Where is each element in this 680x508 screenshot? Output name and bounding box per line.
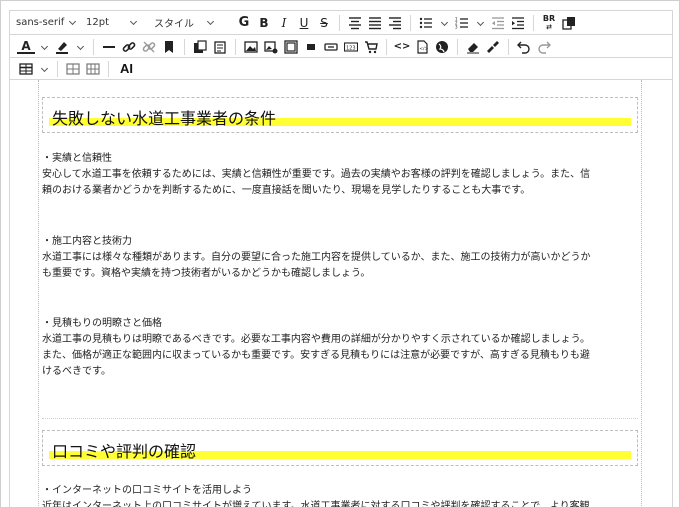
heading-text: 失敗しない水道工事業者の条件 [52,109,277,128]
toolbar-separator [533,14,534,31]
underline-icon[interactable]: U [295,14,313,32]
eraser-icon[interactable] [464,38,482,56]
section-block[interactable]: ・見積もりの明瞭さと価格 水道工事の見積もりは明瞭であるべきです。必要な工事内容… [42,316,642,380]
section-title: ・見積もりの明瞭さと価格 [42,318,162,329]
table-icon[interactable] [17,60,35,78]
section-line: 水道工事には様々な種類があります。自分の要望に合った施工内容を提供しているか、ま… [42,252,591,263]
indent-icon[interactable] [509,14,527,32]
section-title: ・インターネットの口コミサイトを活用しよう [42,485,252,496]
chevron-down-icon[interactable] [437,14,451,32]
chevron-down-icon [206,17,215,25]
paste-text-icon[interactable] [211,38,229,56]
ai-button[interactable]: AI [120,61,133,76]
bullet-list-icon[interactable] [417,14,435,32]
text-direction-icon[interactable]: BR ⇄ [540,14,558,32]
toolbar-separator [386,38,387,55]
image-icon[interactable] [242,38,260,56]
section-line: 近年はインターネット上の口コミサイトが増えています。水道工事業者に対する口コミや… [42,501,590,508]
outdent-icon[interactable] [489,14,507,32]
toolbar-row-3: AI [9,57,673,80]
chevron-down-icon[interactable] [473,14,487,32]
toolbar-separator [93,38,94,55]
section-line: も重要です。資格や実績を持つ技術者がいるかどうかも確認しましょう。 [42,268,371,279]
svg-text:3: 3 [455,24,458,29]
bookmark-icon[interactable] [160,38,178,56]
format-painter-icon[interactable] [484,38,502,56]
toolbar-separator [57,60,58,77]
editor-toolbar: sans-serif 12pt スタイル G B I U S 1 2 3 BR … [1,1,679,80]
editor-content[interactable]: 失敗しない水道工事業者の条件 ・実績と信頼性 安心して水道工事を依頼するためには… [9,80,673,508]
copy-format-icon[interactable] [560,14,578,32]
chevron-down-icon [69,17,77,25]
section-block[interactable]: ・インターネットの口コミサイトを活用しよう 近年はインターネット上の口コミサイト… [42,483,642,508]
heading-block[interactable]: 口コミや評判の確認 [42,430,638,466]
section-title: ・施工内容と技術力 [42,236,132,247]
block-divider [42,418,638,419]
toolbar-separator [457,38,458,55]
align-left-icon[interactable] [366,14,384,32]
link-icon[interactable] [120,38,138,56]
section-line: 水道工事の見積もりは明瞭であるべきです。必要な工事内容や費用の詳細が分かりやすく… [42,334,590,345]
section-line: また、価格が適正な範囲内に収まっているかも重要です。安すぎる見積もりには注意が必… [42,350,590,361]
chevron-down-icon[interactable] [73,38,87,56]
chevron-down-icon[interactable] [37,60,51,78]
undo-icon[interactable] [515,38,533,56]
font-size-select[interactable]: 12pt [86,13,148,33]
section-line: 安心して水道工事を依頼するためには、実績と信頼性が重要です。過去の実績やお客様の… [42,169,591,180]
table-row-icon[interactable] [64,60,82,78]
align-center-icon[interactable] [346,14,364,32]
code-file-icon[interactable]: </> [413,38,431,56]
font-family-select[interactable]: sans-serif [16,13,82,33]
toolbar-separator [235,38,236,55]
align-right-icon[interactable] [386,14,404,32]
toolbar-separator [108,60,109,77]
text-color-icon[interactable]: A [17,39,35,54]
horizontal-rule-icon[interactable] [100,38,118,56]
font-size-value: 12pt [86,17,109,28]
svg-text:123: 123 [346,45,356,51]
section-block[interactable]: ・施工内容と技術力 水道工事には様々な種類があります。自分の要望に合った施工内容… [42,234,642,282]
toolbar-row-1: sans-serif 12pt スタイル G B I U S 1 2 3 BR … [9,10,673,34]
document-body: 失敗しない水道工事業者の条件 ・実績と信頼性 安心して水道工事を依頼するためには… [38,80,642,508]
section-line: 頼のおける業者かどうかを判断するために、一度直接話を聞いたり、現場を見学したりす… [42,185,531,196]
bold-icon[interactable]: B [255,14,273,32]
numbered-list-icon[interactable]: 123 [453,14,471,32]
toolbar-row-2: A 123 <> </> [9,34,673,58]
unlink-icon[interactable] [140,38,158,56]
source-code-icon[interactable]: <> [393,38,411,56]
number-field-icon[interactable]: 123 [342,38,360,56]
heading-text: 口コミや評判の確認 [52,442,197,461]
font-family-value: sans-serif [16,17,65,28]
section-line: けるべきです。 [42,366,111,377]
cart-icon[interactable] [362,38,380,56]
button-icon[interactable] [322,38,340,56]
heading-block[interactable]: 失敗しない水道工事業者の条件 [42,97,638,133]
image-edit-icon[interactable] [262,38,280,56]
paste-icon[interactable] [191,38,209,56]
strikethrough-icon[interactable]: S [315,14,333,32]
redo-icon[interactable] [535,38,553,56]
gallery-icon[interactable] [282,38,300,56]
svg-text:</>: </> [419,46,428,52]
toolbar-separator [339,14,340,31]
editor-window: sans-serif 12pt スタイル G B I U S 1 2 3 BR … [0,0,680,508]
table-column-icon[interactable] [84,60,102,78]
section-title: ・実績と信頼性 [42,153,112,164]
bold-g-icon[interactable]: G [235,14,253,32]
toolbar-separator [184,38,185,55]
toolbar-separator [508,38,509,55]
chevron-down-icon [129,17,138,25]
style-value: スタイル [154,19,194,30]
highlighter-icon[interactable] [53,38,71,56]
toolbar-separator [410,14,411,31]
style-select[interactable]: スタイル [154,13,234,33]
globe-icon[interactable] [433,38,451,56]
media-icon[interactable] [302,38,320,56]
section-block[interactable]: ・実績と信頼性 安心して水道工事を依頼するためには、実績と信頼性が重要です。過去… [42,151,642,199]
italic-icon[interactable]: I [275,14,293,32]
chevron-down-icon[interactable] [37,38,51,56]
